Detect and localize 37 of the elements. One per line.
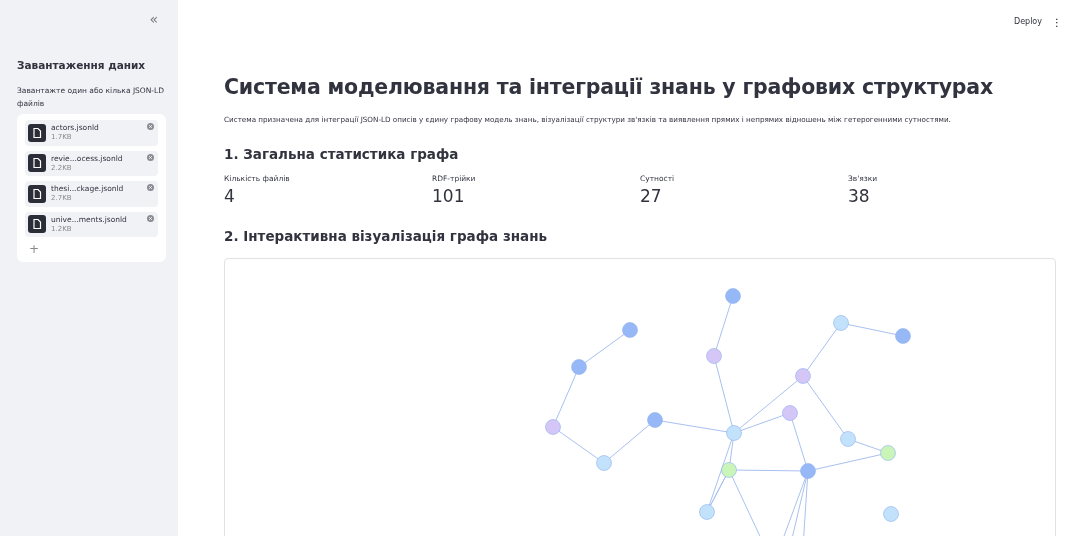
- file-icon: [28, 184, 46, 203]
- graph-node[interactable]: [833, 315, 849, 331]
- graph-node[interactable]: [545, 419, 561, 435]
- graph-node[interactable]: [622, 322, 638, 338]
- remove-icon[interactable]: [147, 214, 154, 222]
- metric-value: 101: [432, 185, 466, 209]
- file-icon: [28, 154, 46, 173]
- graph-node[interactable]: [571, 359, 587, 375]
- section-heading: 2. Інтерактивна візуалізація графа знань: [224, 226, 549, 246]
- graph-node[interactable]: [840, 431, 856, 447]
- deploy-button[interactable]: Deploy: [1014, 16, 1042, 28]
- metric-value: 4: [224, 185, 236, 209]
- graph-node[interactable]: [895, 328, 911, 344]
- file-icon: [28, 123, 46, 142]
- remove-icon[interactable]: [147, 153, 154, 161]
- metric-value: 27: [640, 185, 663, 209]
- collapse-icon[interactable]: «: [141, 12, 166, 26]
- graph-node[interactable]: [721, 462, 737, 478]
- sidebar-title: Завантаження даних: [17, 58, 147, 73]
- add-icon[interactable]: +: [29, 242, 40, 256]
- graph-node[interactable]: [725, 288, 741, 304]
- graph-node[interactable]: [596, 455, 612, 471]
- file-icon: [28, 215, 46, 234]
- page-title: Система моделювання та інтеграції знань у графових структурах: [224, 74, 994, 101]
- graph-node[interactable]: [647, 412, 663, 428]
- metric-value: 38: [848, 185, 871, 209]
- remove-icon[interactable]: [147, 184, 154, 191]
- graph-node[interactable]: [706, 348, 722, 364]
- graph-node[interactable]: [699, 504, 715, 520]
- graph-node[interactable]: [883, 506, 899, 522]
- graph-node[interactable]: [800, 463, 816, 479]
- graph-node[interactable]: [795, 368, 811, 384]
- graph-node[interactable]: [880, 445, 896, 461]
- graph-node[interactable]: [726, 425, 742, 441]
- remove-icon[interactable]: [147, 123, 154, 130]
- section-heading: 1. Загальна статистика графа: [224, 144, 460, 164]
- graph-node[interactable]: [782, 405, 798, 421]
